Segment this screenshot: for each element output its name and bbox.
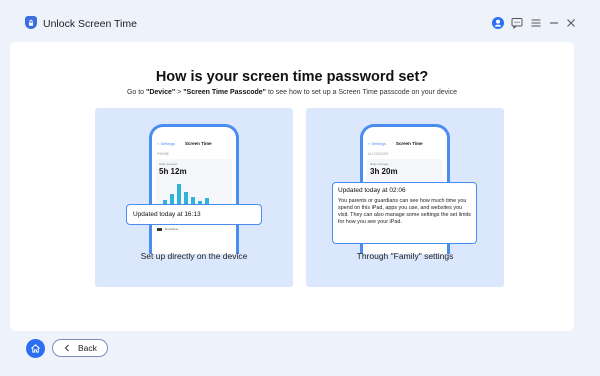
chevron-left-icon bbox=[64, 344, 69, 352]
home-icon bbox=[31, 344, 40, 353]
family-info-title: Updated today at 02:06 bbox=[338, 187, 406, 194]
instructions-post: to see how to set up a Screen Time passc… bbox=[266, 89, 458, 96]
phone-section-label: ALL DEVICES bbox=[368, 152, 389, 156]
phone-title: Screen Time bbox=[184, 141, 212, 146]
family-info-text: You parents or guardians can see how muc… bbox=[338, 198, 471, 225]
family-info-bubble: Updated today at 02:06 You parents or gu… bbox=[332, 182, 477, 244]
update-bubble: Updated today at 16:13 bbox=[126, 204, 262, 225]
main-card: How is your screen time password set? Go… bbox=[10, 42, 574, 331]
instructions-pre: Go to bbox=[126, 89, 147, 96]
phone-back-link: < Settings bbox=[157, 141, 175, 146]
phone-section-label: iPHONE bbox=[157, 152, 170, 156]
option-device-card[interactable]: < Settings Screen Time iPHONE Daily Aver… bbox=[95, 108, 293, 287]
phone-title: Screen Time bbox=[395, 141, 423, 146]
instructions-text: Go to "Device" > "Screen Time Passcode" … bbox=[10, 89, 574, 96]
phone-avg-label: Daily Average bbox=[370, 162, 389, 166]
phone-avg-time: 5h 12m bbox=[159, 167, 187, 176]
phone-back-link: < Settings bbox=[368, 141, 386, 146]
account-icon[interactable] bbox=[491, 16, 504, 29]
close-icon[interactable] bbox=[564, 16, 577, 29]
downtime-icon bbox=[157, 227, 162, 231]
phone-row-label: Downtime bbox=[165, 227, 179, 231]
menu-icon[interactable] bbox=[529, 16, 542, 29]
minimize-icon[interactable] bbox=[547, 16, 560, 29]
app-title: Unlock Screen Time bbox=[43, 18, 137, 30]
back-label: Back bbox=[78, 343, 97, 353]
instructions-device: "Device" bbox=[146, 89, 176, 96]
phone-avg-label: Daily Average bbox=[159, 162, 178, 166]
title-bar: Unlock Screen Time bbox=[0, 0, 600, 42]
phone-avg-time: 3h 20m bbox=[370, 167, 398, 176]
home-button[interactable] bbox=[26, 339, 45, 358]
option-device-label: Set up directly on the device bbox=[140, 251, 248, 261]
usage-bar-chart bbox=[159, 180, 229, 206]
option-family-card[interactable]: < Settings Screen Time ALL DEVICES Daily… bbox=[306, 108, 504, 287]
phone-row: Downtime bbox=[152, 225, 236, 233]
phone-illustration: < Settings Screen Time iPHONE Daily Aver… bbox=[149, 124, 239, 254]
usage-bar bbox=[177, 183, 181, 206]
option-family-label: Through "Family" settings bbox=[356, 251, 454, 261]
page-title: How is your screen time password set? bbox=[155, 69, 429, 85]
back-button[interactable]: Back bbox=[52, 339, 108, 357]
app-logo-icon bbox=[25, 16, 37, 29]
feedback-icon[interactable] bbox=[510, 16, 523, 29]
instructions-passcode: "Screen Time Passcode" bbox=[183, 89, 266, 96]
